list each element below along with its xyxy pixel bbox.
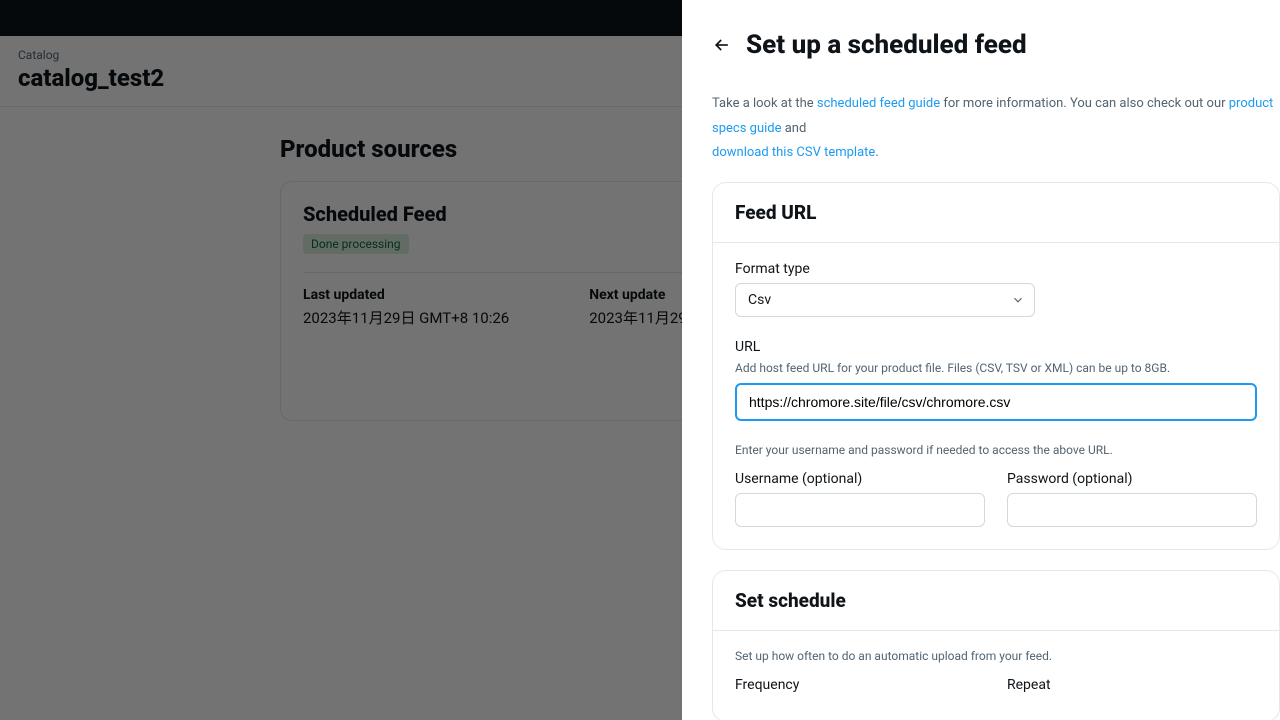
- url-input[interactable]: [735, 383, 1257, 421]
- url-help: Add host feed URL for your product file.…: [735, 361, 1257, 375]
- setup-feed-panel: Set up a scheduled feed Take a look at t…: [682, 0, 1280, 720]
- password-label: Password (optional): [1007, 471, 1257, 487]
- feed-url-title: Feed URL: [735, 201, 1257, 224]
- format-type-value: Csv: [735, 283, 1035, 317]
- schedule-help: Set up how often to do an automatic uplo…: [735, 649, 1257, 663]
- username-input[interactable]: [735, 493, 985, 527]
- url-label: URL: [735, 339, 1257, 355]
- download-csv-template-link[interactable]: download this CSV template: [712, 145, 875, 160]
- scheduled-feed-guide-link[interactable]: scheduled feed guide: [817, 96, 940, 111]
- repeat-label: Repeat: [1007, 677, 1257, 693]
- format-type-label: Format type: [735, 261, 1257, 277]
- frequency-label: Frequency: [735, 677, 985, 693]
- set-schedule-section: Set schedule Set up how often to do an a…: [712, 570, 1280, 720]
- credentials-note: Enter your username and password if need…: [735, 443, 1257, 457]
- panel-title: Set up a scheduled feed: [746, 30, 1027, 60]
- helper-text: Take a look at the scheduled feed guide …: [712, 92, 1280, 166]
- back-arrow-icon[interactable]: [712, 35, 732, 55]
- username-label: Username (optional): [735, 471, 985, 487]
- feed-url-section: Feed URL Format type Csv URL Add host fe…: [712, 182, 1280, 550]
- format-type-select[interactable]: Csv: [735, 283, 1035, 317]
- set-schedule-title: Set schedule: [735, 589, 1257, 612]
- password-input[interactable]: [1007, 493, 1257, 527]
